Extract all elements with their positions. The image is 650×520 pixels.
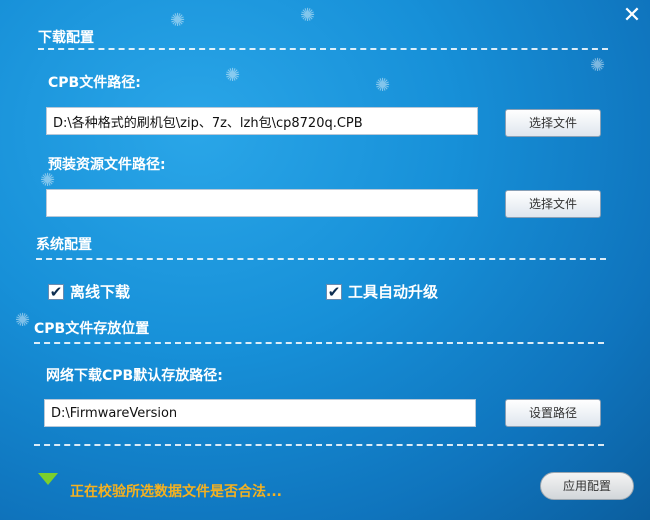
dandelion-decoration-icon: ✺ [590,55,606,76]
close-icon[interactable]: ✕ [620,4,644,28]
divider [34,342,604,344]
system-config-title: 系统配置 [36,237,92,253]
checkmark-icon[interactable]: ✔ [48,283,64,301]
preinstall-path-input[interactable] [46,189,478,217]
cpb-path-label: CPB文件路径: [48,75,141,91]
auto-upgrade-label: 工具自动升级 [348,283,439,301]
green-down-arrow-icon [38,473,58,485]
preinstall-path-label: 预装资源文件路径: [48,157,166,173]
status-text: 正在校验所选数据文件是否合法... [70,484,282,500]
checkmark-icon[interactable]: ✔ [326,283,342,301]
dandelion-decoration-icon: ✺ [375,75,391,96]
dandelion-decoration-icon: ✺ [170,10,186,31]
cpb-path-input[interactable] [46,107,478,135]
divider [34,444,604,446]
preinstall-select-file-button[interactable]: 选择文件 [505,190,601,218]
dandelion-decoration-icon: ✺ [15,310,31,331]
offline-download-checkbox[interactable]: ✔ 离线下载 [48,281,130,302]
storage-path-input[interactable] [44,399,476,427]
download-config-title: 下载配置 [38,30,94,46]
cpb-select-file-button[interactable]: 选择文件 [505,109,601,137]
dandelion-decoration-icon: ✺ [225,65,241,86]
network-path-label: 网络下载CPB默认存放路径: [46,368,223,384]
divider [36,258,606,260]
divider [38,48,608,50]
cpb-storage-title: CPB文件存放位置 [34,321,150,337]
offline-download-label: 离线下载 [70,283,131,301]
auto-upgrade-checkbox[interactable]: ✔ 工具自动升级 [326,281,438,302]
dandelion-decoration-icon: ✺ [300,5,316,26]
set-path-button[interactable]: 设置路径 [505,399,601,427]
settings-dialog: ✺ ✺ ✺ ✺ ✺ ✺ ✺ ✕ 下载配置 CPB文件路径: 选择文件 预装资源文… [0,0,650,520]
apply-config-button[interactable]: 应用配置 [540,472,634,500]
